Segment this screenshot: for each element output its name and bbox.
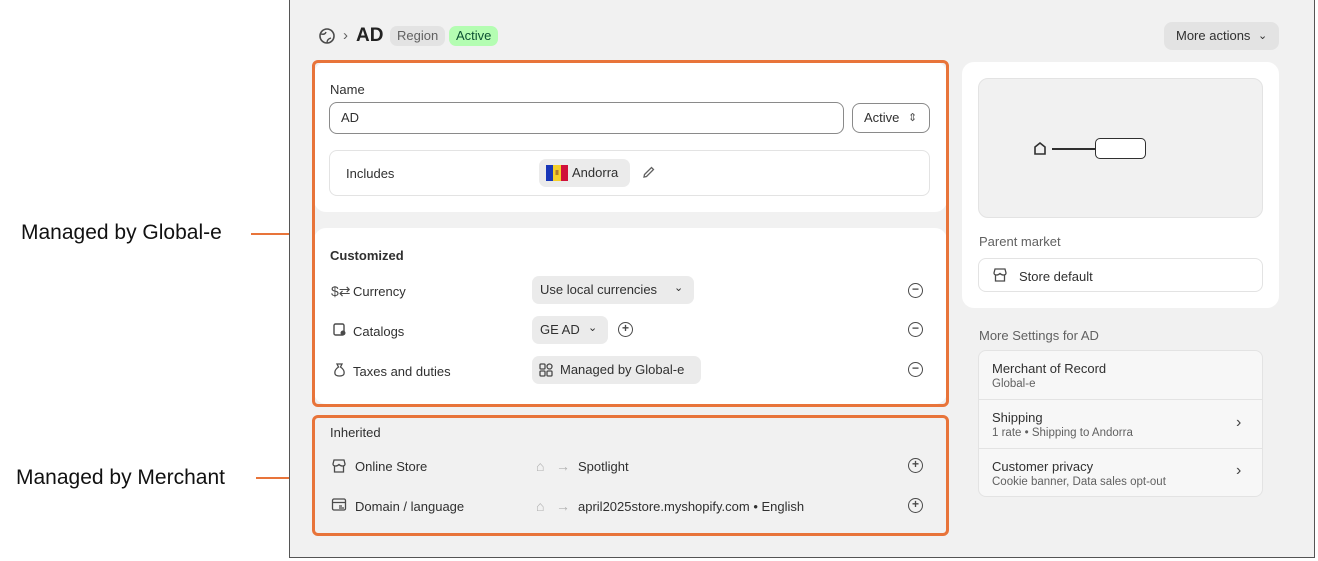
annotation-global-e: Managed by Global-e [21,221,222,244]
status-badge: Active [449,26,499,46]
merchant-highlight [312,415,949,536]
region-badge: Region [390,26,446,46]
parent-market-label: Parent market [979,234,1061,249]
diagram-connector [1052,148,1095,150]
more-settings-title: More Settings for AD [979,328,1099,343]
global-e-highlight [312,60,949,407]
annotation-merchant: Managed by Merchant [16,466,225,489]
more-actions-button[interactable]: More actions ⌄ [1164,22,1279,50]
store-icon [992,267,1008,283]
settings-item-title: Merchant of Record [992,361,1107,376]
settings-item-title: Shipping [992,410,1043,425]
more-actions-label: More actions [1176,28,1251,43]
settings-item-title: Customer privacy [992,459,1094,474]
page-title: AD [356,25,384,46]
chevron-right-icon: › [1236,462,1242,479]
settings-item-sub: 1 rate • Shipping to Andorra [992,427,1133,439]
diagram-node [1095,138,1146,159]
chevron-down-icon: ⌄ [1258,30,1268,42]
home-icon [1032,140,1050,156]
settings-item-sub: Global-e [992,378,1036,390]
globe-icon[interactable] [318,27,338,47]
settings-item-sub: Cookie banner, Data sales opt-out [992,476,1166,488]
parent-market-value: Store default [1019,269,1093,284]
chevron-right-icon: › [1236,414,1242,431]
breadcrumb-separator: › [343,27,348,44]
